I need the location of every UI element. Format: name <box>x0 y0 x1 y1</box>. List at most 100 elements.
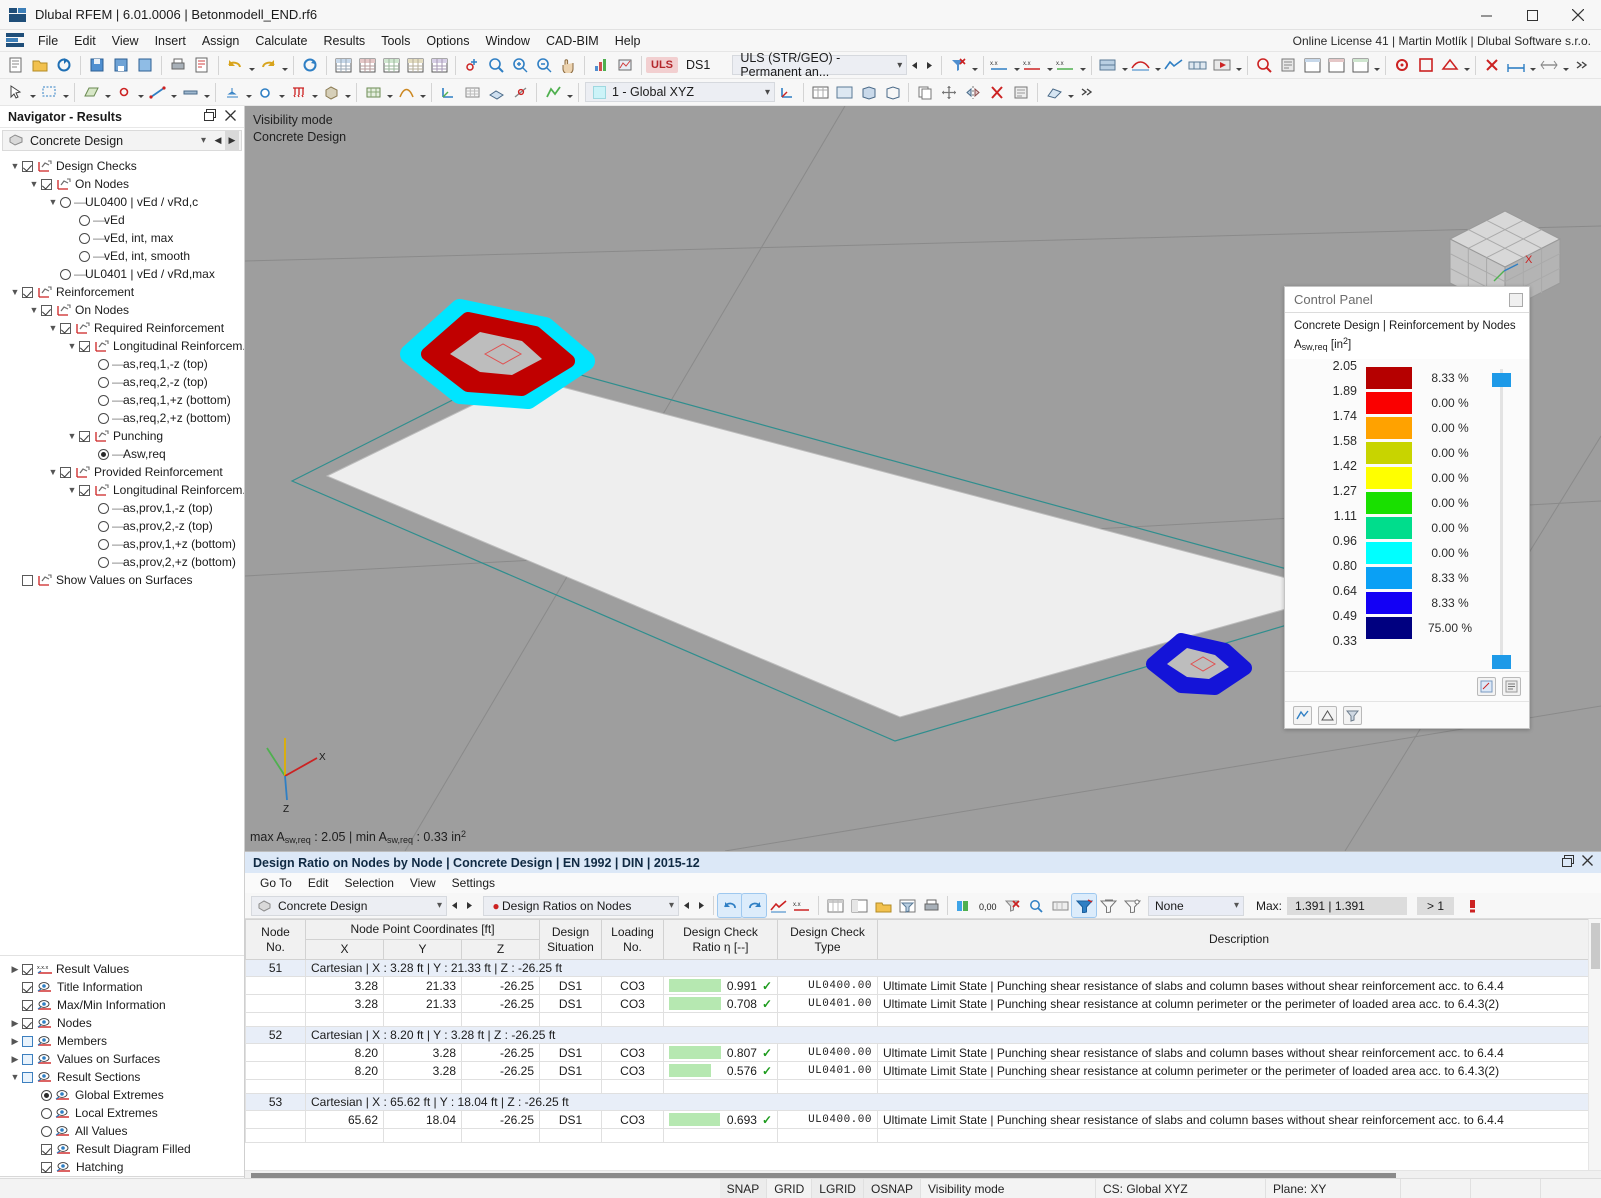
maximize-button[interactable] <box>1509 0 1555 30</box>
tree-radio[interactable] <box>98 448 109 460</box>
prev-load-case-button[interactable] <box>907 54 922 76</box>
more-toolbar-icon[interactable] <box>1570 54 1594 77</box>
tree-item[interactable]: ▶ Values on Surfaces <box>0 1050 244 1068</box>
table-view3-icon[interactable] <box>379 54 403 77</box>
new-surface-icon[interactable] <box>79 81 103 104</box>
tree-radio[interactable] <box>98 358 109 370</box>
status-lgrid[interactable]: LGRID <box>812 1178 864 1198</box>
table-menu-view[interactable]: View <box>403 875 443 891</box>
tree-expander-icon[interactable]: ▼ <box>8 161 22 171</box>
tree-item[interactable]: ▼ Longitudinal Reinforcem... <box>0 481 244 499</box>
tree-item[interactable]: — as,prov,1,+z (bottom) <box>0 535 244 553</box>
tree-expander-icon[interactable]: ▼ <box>65 485 79 495</box>
render-dropdown-icon[interactable] <box>1120 54 1129 77</box>
tree-item[interactable]: ▼ Required Reinforcement <box>0 319 244 337</box>
control-panel-pin-icon[interactable] <box>1509 292 1523 307</box>
table-vertical-scrollbar[interactable] <box>1588 919 1601 1170</box>
settings-red-icon[interactable] <box>1390 54 1414 77</box>
tree-checkbox[interactable] <box>22 963 33 975</box>
undo-icon[interactable] <box>223 54 247 77</box>
menu-calculate[interactable]: Calculate <box>247 32 315 50</box>
table-group-row[interactable]: 51 Cartesian | X : 3.28 ft | Y : 21.33 ft… <box>245 959 1601 977</box>
save-icon[interactable] <box>109 54 133 77</box>
tree-item[interactable]: ▼ Punching <box>0 427 244 445</box>
view-wire-icon[interactable] <box>880 81 904 104</box>
mesh-dropdown-icon[interactable] <box>385 81 394 104</box>
menu-cad-bim[interactable]: CAD-BIM <box>538 32 607 50</box>
panel-tab-filter-icon[interactable] <box>1343 705 1362 725</box>
tree-item[interactable]: ▼ On Nodes <box>0 301 244 319</box>
find-value-icon[interactable] <box>1024 894 1048 917</box>
numbering-dropdown-icon[interactable] <box>1012 54 1021 77</box>
animation-dropdown-icon[interactable] <box>1234 54 1243 77</box>
value-range-icon[interactable] <box>1048 894 1072 917</box>
tree-radio[interactable] <box>98 412 109 424</box>
tree-expander-icon[interactable]: ▼ <box>65 431 79 441</box>
tree-checkbox[interactable] <box>22 1053 33 1065</box>
close-button[interactable] <box>1555 0 1601 30</box>
new-solid-icon[interactable] <box>319 81 343 104</box>
show-numbering3-icon[interactable]: x.x <box>1054 54 1078 77</box>
table-menu-goto[interactable]: Go To <box>253 875 299 891</box>
tree-checkbox[interactable] <box>22 286 33 298</box>
view-results-icon[interactable] <box>1162 54 1186 77</box>
surface-dropdown-icon[interactable] <box>103 81 112 104</box>
menu-tools[interactable]: Tools <box>373 32 418 50</box>
tree-expander-icon[interactable]: ▼ <box>65 341 79 351</box>
tree-item[interactable]: Global Extremes <box>0 1086 244 1104</box>
load-dropdown-icon[interactable] <box>310 81 319 104</box>
tree-item[interactable]: — as,req,1,-z (top) <box>0 355 244 373</box>
tree-item[interactable]: — as,prov,2,+z (bottom) <box>0 553 244 571</box>
table-menu-selection[interactable]: Selection <box>338 875 401 891</box>
tree-checkbox[interactable] <box>79 340 90 352</box>
table-view4-icon[interactable] <box>403 54 427 77</box>
section-results-icon[interactable] <box>541 81 565 104</box>
hinge-dropdown-icon[interactable] <box>277 81 286 104</box>
select-window-icon[interactable] <box>37 81 61 104</box>
status-osnap[interactable]: OSNAP <box>863 1178 921 1198</box>
delete-objects-icon[interactable] <box>985 81 1009 104</box>
th-z[interactable]: Z <box>461 939 540 960</box>
th-design-check-type[interactable]: Design Check Type <box>777 919 878 960</box>
filter-min-icon[interactable] <box>1120 894 1144 917</box>
tree-expander-icon[interactable]: ▼ <box>46 467 60 477</box>
work-plane-icon[interactable] <box>484 81 508 104</box>
measure-icon[interactable] <box>1504 54 1528 77</box>
dimension-icon[interactable] <box>1537 54 1561 77</box>
tree-checkbox[interactable] <box>60 466 71 478</box>
scale-color-swatch[interactable] <box>1365 415 1413 440</box>
table-dataset-combo[interactable]: ● Design Ratios on Nodes ▾ <box>483 895 679 916</box>
search-results-icon[interactable] <box>1252 54 1276 77</box>
minimize-button[interactable] <box>1463 0 1509 30</box>
table-menu-edit[interactable]: Edit <box>301 875 336 891</box>
th-loading-no[interactable]: Loading No. <box>601 919 664 960</box>
snap-icon[interactable] <box>508 81 532 104</box>
th-design-ratio[interactable]: Design Check Ratio η [--] <box>663 919 778 960</box>
th-node-no[interactable]: Node No. <box>245 919 306 960</box>
menu-insert[interactable]: Insert <box>147 32 194 50</box>
tree-item[interactable]: — as,req,1,+z (bottom) <box>0 391 244 409</box>
control-panel[interactable]: Control Panel Concrete Design | Reinforc… <box>1284 286 1530 729</box>
scale-slider-handle-bottom[interactable] <box>1492 655 1511 669</box>
imperfection-dropdown-icon[interactable] <box>418 81 427 104</box>
new-support-icon[interactable] <box>220 81 244 104</box>
results-table[interactable]: Node No. Node Point Coordinates [ft] Des… <box>245 919 1601 1143</box>
support-dropdown-icon[interactable] <box>244 81 253 104</box>
select-window-dropdown-icon[interactable] <box>61 81 70 104</box>
tree-item[interactable]: Result Diagram Filled <box>0 1140 244 1158</box>
tree-item[interactable]: Hatching <box>0 1158 244 1176</box>
report2-icon[interactable] <box>1324 54 1348 77</box>
th-coordinates-group[interactable]: Node Point Coordinates [ft] <box>305 919 540 940</box>
scale-edit-icon[interactable] <box>1477 677 1496 696</box>
table-layout1-icon[interactable] <box>823 894 847 917</box>
table-module-prev[interactable] <box>447 895 462 917</box>
coordinate-system-icon[interactable] <box>436 81 460 104</box>
tree-checkbox[interactable] <box>41 1161 52 1173</box>
tree-radio[interactable] <box>98 556 109 568</box>
node-dropdown-icon[interactable] <box>136 81 145 104</box>
tree-item[interactable]: ▼ Design Checks <box>0 157 244 175</box>
view-deformed-icon[interactable] <box>1129 54 1153 77</box>
table-module-next[interactable] <box>462 895 477 917</box>
table-row[interactable]: 3.28 21.33 -26.25 DS1 CO3 0.991 ✓ UL0400.00 Ulti… <box>245 976 1601 995</box>
tree-item[interactable]: — Asw,req <box>0 445 244 463</box>
